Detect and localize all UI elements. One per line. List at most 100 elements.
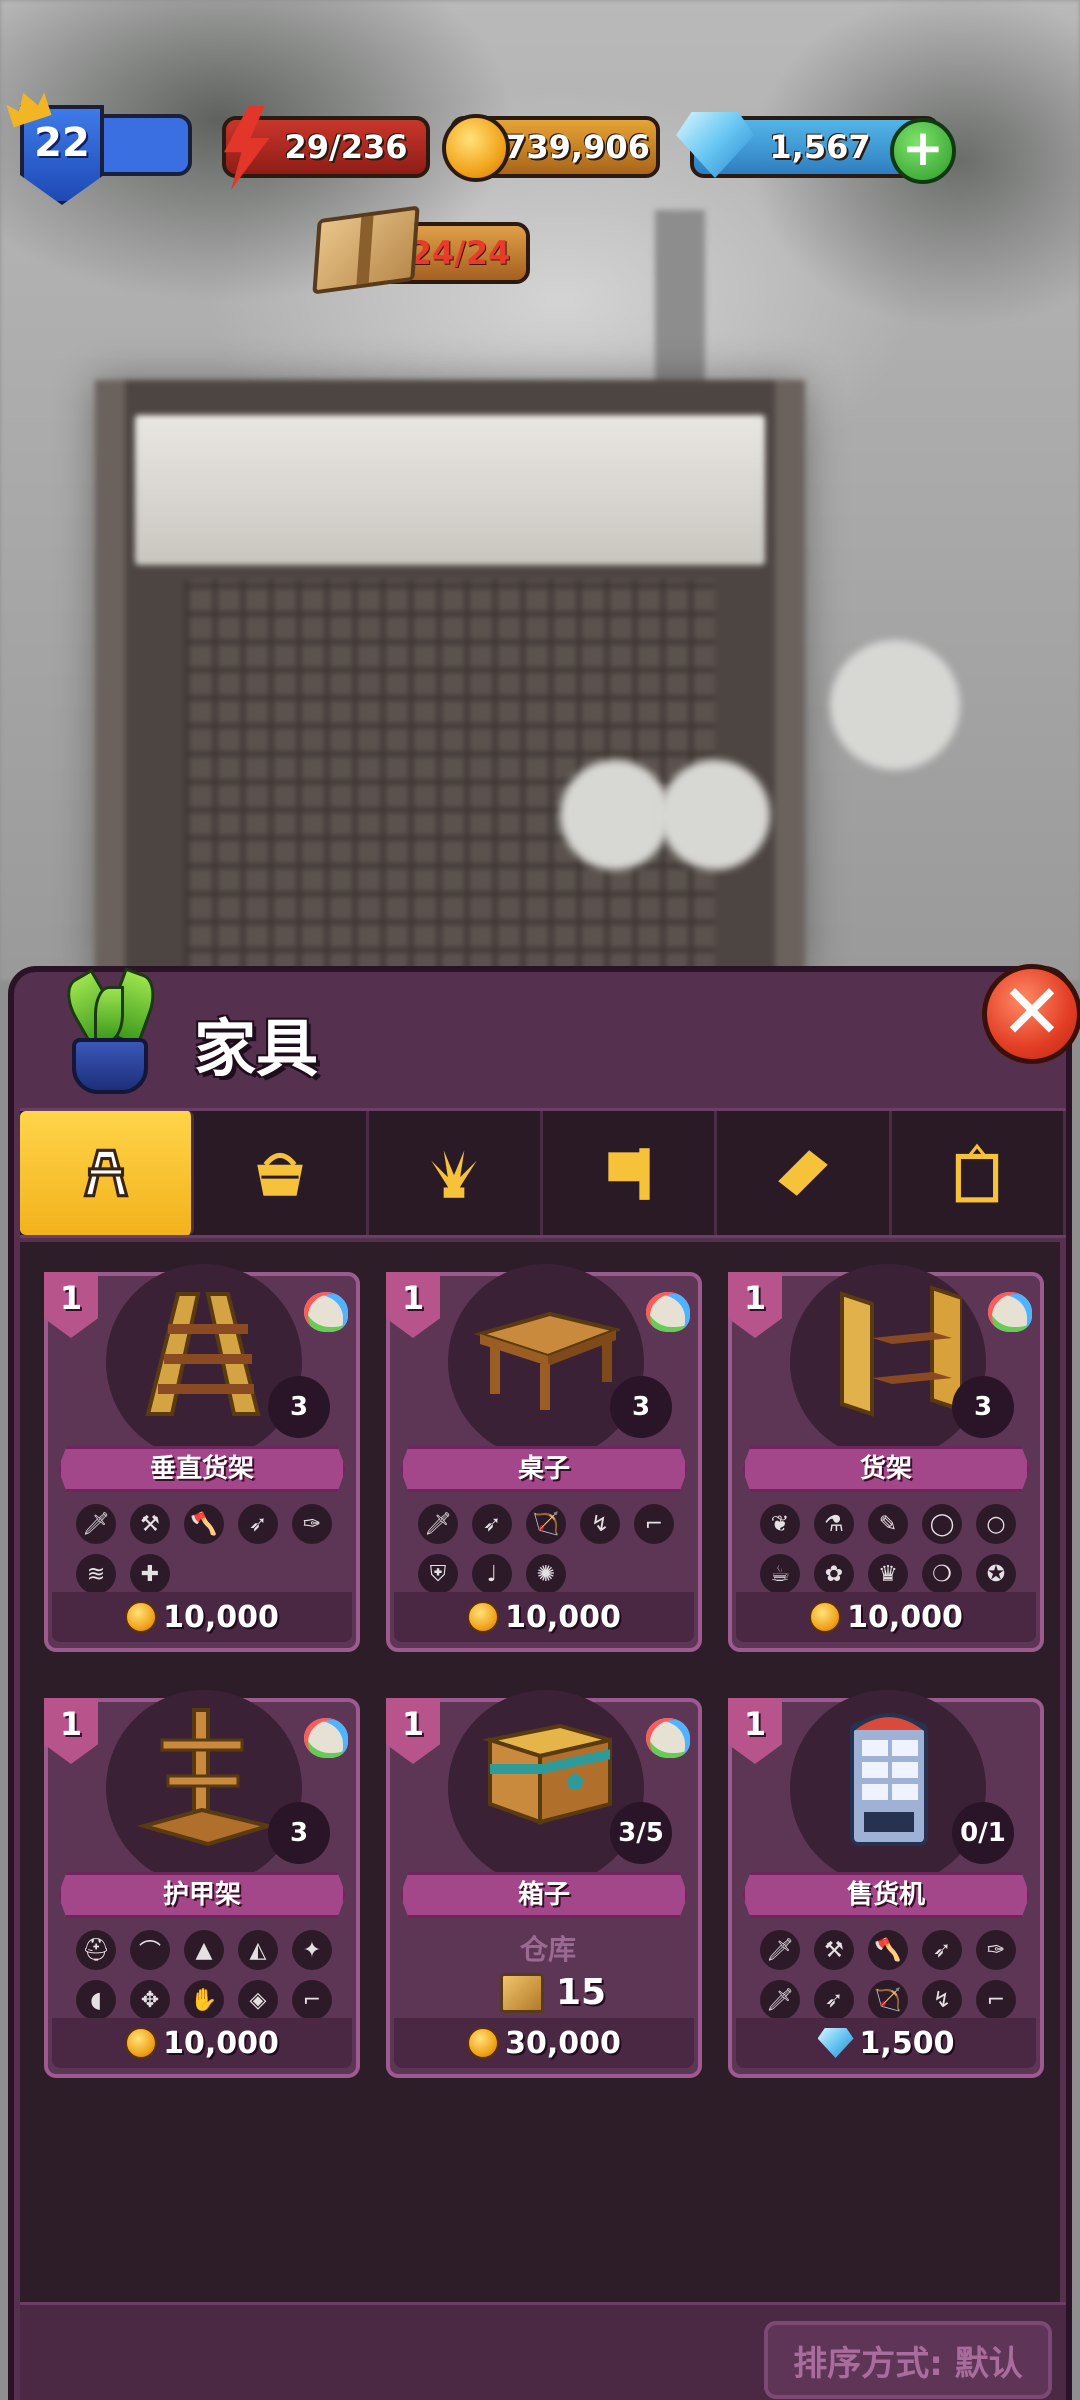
herb-icon: ✺	[526, 1554, 566, 1594]
furniture-card-vending-machine[interactable]: 1 0/1 售货机 🗡 ⚒ 🪓 ➶ ✑ 🗡 ➶ 🏹 ↯ ⌐ 1,500	[728, 1690, 1044, 2078]
meat-icon: ✿	[814, 1554, 854, 1594]
price: 1,500	[736, 2018, 1036, 2068]
dagger-icon: 🗡	[418, 1504, 458, 1544]
crate-icon	[500, 1972, 544, 2013]
cupcake-icon: ♛	[868, 1554, 908, 1594]
owned-count: 3	[268, 1376, 330, 1438]
spear-icon: ➶	[922, 1930, 962, 1970]
shelf-item-icon	[840, 1285, 962, 1417]
totem-icon: ✪	[976, 1554, 1016, 1594]
price: 10,000	[52, 1592, 352, 1642]
level-badge: 1	[386, 1272, 440, 1338]
sort-bar: 排序方式: 默认	[20, 2302, 1066, 2400]
tab-racks[interactable]	[20, 1111, 195, 1235]
level-badge: 1	[44, 1272, 98, 1338]
item-name: 箱子	[400, 1872, 688, 1918]
rug-icon	[778, 1150, 828, 1196]
potted-plant-icon	[54, 967, 164, 1094]
furniture-card-vertical-rack[interactable]: 1 3 垂直货架 🗡 ⚒ 🪓 ➶ ✑ ≋ ✚ 10,000	[44, 1264, 360, 1652]
price: 10,000	[394, 1592, 694, 1642]
compatible-items: ❦ ⚗ ✎ ◯ ○ ☕ ✿ ♛ ❍ ✪	[760, 1504, 1020, 1594]
furniture-card-table[interactable]: 1 3 桌子 🗡 ➶ 🏹 ↯ ⌐ ⛨ ♩ ✺ 10,000	[386, 1264, 702, 1652]
crate-icon	[312, 205, 420, 295]
boot-icon: ⌐	[292, 1980, 332, 2020]
price: 10,000	[736, 1592, 1036, 1642]
palette-icon[interactable]	[988, 1292, 1032, 1332]
coin-icon	[442, 114, 510, 182]
axe-icon: 🪓	[184, 1504, 224, 1544]
coin-icon	[125, 1601, 158, 1633]
storage-label: 仓库	[519, 1933, 576, 1966]
crossbow-icon: ⌐	[634, 1504, 674, 1544]
hood-icon: ◭	[238, 1930, 278, 1970]
palette-icon[interactable]	[304, 1292, 348, 1332]
furniture-card-shelf[interactable]: 1 3 货架 ❦ ⚗ ✎ ◯ ○ ☕ ✿ ♛ ❍ ✪ 10,000	[728, 1264, 1044, 1652]
wand-icon: ➶	[472, 1504, 512, 1544]
bracer-icon: ◈	[238, 1980, 278, 2020]
gun-icon: ↯	[922, 1980, 962, 2020]
plant-icon	[431, 1150, 478, 1198]
tab-signs[interactable]	[543, 1111, 718, 1235]
category-tabs	[20, 1108, 1066, 1238]
owned-count: 0/1	[952, 1802, 1014, 1864]
palette-icon[interactable]	[304, 1718, 348, 1758]
owned-count: 3/5	[610, 1802, 672, 1864]
instrument-icon: ♩	[472, 1554, 512, 1594]
teapot-icon: ☕	[760, 1554, 800, 1594]
item-name: 桌子	[400, 1446, 688, 1492]
scroll-icon: ✎	[868, 1504, 908, 1544]
crossbow-icon: ⌐	[976, 1980, 1016, 2020]
gun-icon: ↯	[580, 1504, 620, 1544]
level-badge: 1	[386, 1698, 440, 1764]
background-tower	[655, 210, 705, 390]
sort-button[interactable]: 排序方式: 默认	[764, 2321, 1052, 2399]
mace-icon: ⚒	[814, 1930, 854, 1970]
energy-value: 29/236	[284, 128, 408, 166]
vertical-rack-item-icon	[145, 1292, 261, 1416]
helmet-icon: ⛑	[76, 1930, 116, 1970]
compatible-items: 🗡 ⚒ 🪓 ➶ ✑ 🗡 ➶ 🏹 ↯ ⌐	[760, 1930, 1020, 2020]
furniture-card-armor-stand[interactable]: 1 3 护甲架 ⛑ ⌒ ▲ ◭ ✦ ◖ ✥ ✋ ◈ ⌐ 10,000	[44, 1690, 360, 2078]
rune-icon: ❍	[922, 1554, 962, 1594]
glove-icon: ✋	[184, 1980, 224, 2020]
tab-containers[interactable]	[194, 1111, 369, 1235]
close-button[interactable]: ✕	[982, 964, 1080, 1064]
add-gems-button[interactable]: +	[890, 118, 956, 184]
crate-value: 24/24	[409, 234, 511, 272]
tab-decor[interactable]	[892, 1111, 1066, 1235]
hat-icon: ⌒	[130, 1930, 170, 1970]
gem-value: 1,567	[769, 128, 871, 166]
level-badge: 1	[728, 1272, 782, 1338]
level-badge: 1	[728, 1698, 782, 1764]
tab-rugs[interactable]	[717, 1111, 892, 1235]
furniture-card-chest[interactable]: 1 3/5 箱子 仓库 15 30,000	[386, 1690, 702, 2078]
vest-icon: ◖	[76, 1980, 116, 2020]
palette-icon[interactable]	[646, 1292, 690, 1332]
background-decoration	[560, 760, 670, 870]
tab-plants[interactable]	[369, 1111, 543, 1235]
sword-icon: 🗡	[76, 1504, 116, 1544]
basket-icon	[257, 1152, 303, 1196]
robe-icon: ✥	[130, 1980, 170, 2020]
background-decoration	[830, 640, 960, 770]
background-decoration	[660, 760, 770, 870]
compatible-items: 🗡 ➶ 🏹 ↯ ⌐ ⛨ ♩ ✺	[418, 1504, 678, 1594]
rack-icon	[82, 1148, 129, 1198]
shop-building	[95, 380, 805, 980]
item-name: 垂直货架	[58, 1446, 346, 1492]
chest-item-icon	[482, 1723, 612, 1825]
frame-icon	[956, 1143, 999, 1203]
price: 10,000	[52, 2018, 352, 2068]
item-name: 护甲架	[58, 1872, 346, 1918]
vending-machine-item-icon	[850, 1713, 928, 1846]
palette-icon[interactable]	[646, 1718, 690, 1758]
staff-icon: ✑	[976, 1930, 1016, 1970]
wizard-hat-icon: ▲	[184, 1930, 224, 1970]
coin-value: 739,906	[504, 128, 650, 166]
gem-icon	[817, 2028, 854, 2058]
table-item-icon	[473, 1311, 620, 1410]
furniture-panel: 家具 ✕ 1 3 垂直货架 🗡 ⚒ 🪓 ➶ ✑ ≋ ✚ 10,000 1 3 桌…	[8, 964, 1080, 2400]
owned-count: 3	[610, 1376, 672, 1438]
bow-icon: 🏹	[868, 1980, 908, 2020]
armor-icon: ✦	[292, 1930, 332, 1970]
